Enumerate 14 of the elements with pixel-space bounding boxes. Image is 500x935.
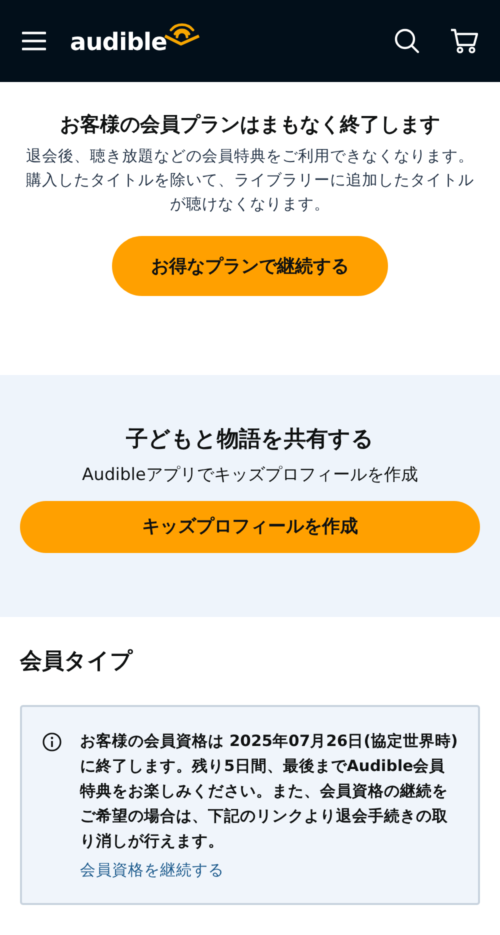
- continue-plan-button[interactable]: お得なプランで継続する: [112, 236, 388, 296]
- alert-text: お客様の会員資格は 2025年07月26日(協定世界時)に終了します。残り5日間、最後までAudible会員特典をお楽しみください。また、会員資格の継続をご希望の場合は、下記のリンクより退会手続きの取り消しが行えます。: [80, 731, 458, 852]
- cart-icon[interactable]: [450, 28, 478, 54]
- continue-membership-link[interactable]: 会員資格を継続する: [80, 861, 224, 880]
- notice-title: お客様の会員プランはまもなく終了します: [59, 112, 441, 136]
- kids-title: 子どもと物語を共有する: [125, 427, 375, 454]
- search-icon[interactable]: [394, 28, 420, 54]
- logo-text[interactable]: audible: [70, 24, 167, 60]
- membership-heading: 会員タイプ: [20, 649, 134, 676]
- menu-icon[interactable]: [22, 31, 46, 51]
- create-kids-profile-button[interactable]: キッズプロフィールを作成: [20, 500, 480, 553]
- info-icon: [42, 732, 62, 752]
- notice-text: 退会後、聴き放題などの会員特典をご利用できなくなります。購入したタイトルを除いて、ライブラリーに追加したタイトルが聴けなくなります。: [25, 146, 475, 215]
- kids-subtitle: Audibleアプリでキッズプロフィールを作成: [81, 464, 419, 488]
